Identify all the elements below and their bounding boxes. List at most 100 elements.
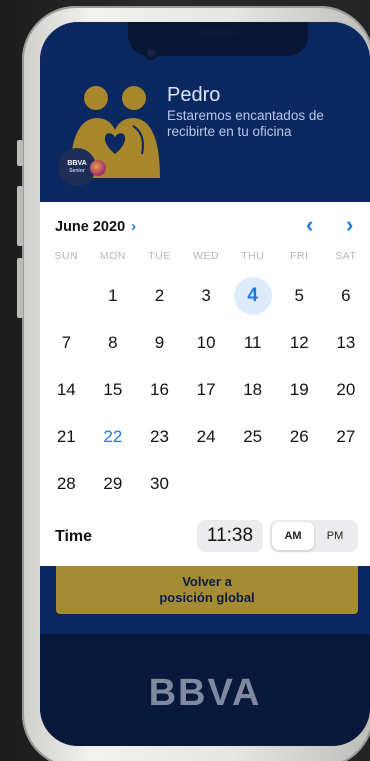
user-name: Pedro bbox=[167, 84, 221, 106]
time-input[interactable]: 11:38 bbox=[197, 520, 263, 552]
day-grid: 1 2 3 4 5 6 7 8 9 10 11 12 13 14 15 16 17 18 19 20 21 22 23 24 2… bbox=[43, 272, 370, 507]
calendar-day-label: 17 bbox=[196, 379, 216, 399]
calendar-day-label: 4 bbox=[233, 276, 272, 315]
calendar-day[interactable]: 17 bbox=[183, 366, 230, 413]
weekday-label: FRI bbox=[290, 250, 309, 262]
badge-text: BBVA bbox=[67, 160, 87, 167]
front-camera bbox=[144, 46, 158, 60]
calendar-day[interactable]: 13 bbox=[323, 319, 370, 366]
weekday-label: THU bbox=[241, 250, 265, 262]
calendar-day[interactable]: 9 bbox=[136, 319, 183, 366]
calendar-day-label: 24 bbox=[196, 426, 216, 446]
calendar-day[interactable]: 27 bbox=[323, 413, 370, 460]
speaker-grille bbox=[198, 31, 238, 35]
brand-dot-icon bbox=[90, 160, 106, 176]
calendar-day[interactable]: 23 bbox=[136, 413, 183, 460]
am-option[interactable]: AM bbox=[272, 522, 314, 550]
badge-subtext: Senior bbox=[69, 168, 85, 174]
calendar-day[interactable]: 12 bbox=[276, 319, 323, 366]
calendar-empty-cell bbox=[276, 460, 323, 507]
calendar-day-label: 19 bbox=[289, 379, 309, 399]
calendar-day[interactable]: 30 bbox=[136, 460, 183, 507]
calendar-day-label: 8 bbox=[108, 332, 118, 352]
calendar-day[interactable]: 15 bbox=[90, 366, 137, 413]
calendar-empty-cell bbox=[183, 460, 230, 507]
weekday-header: SUN MON TUE WED THU FRI SAT bbox=[43, 250, 370, 262]
back-button-line2: posición global bbox=[159, 590, 255, 605]
calendar-day-label: 20 bbox=[336, 379, 356, 399]
calendar-week-row: 7 8 9 10 11 12 13 bbox=[43, 319, 370, 366]
calendar-day-label: 3 bbox=[201, 285, 211, 305]
calendar-day[interactable]: 26 bbox=[276, 413, 323, 460]
calendar-day[interactable]: 22 bbox=[90, 413, 137, 460]
calendar-week-row: 21 22 23 24 25 26 27 bbox=[43, 413, 370, 460]
am-pm-toggle: AM PM bbox=[270, 520, 358, 552]
calendar-day-label: 5 bbox=[294, 285, 304, 305]
calendar-day[interactable]: 19 bbox=[276, 366, 323, 413]
calendar-week-row: 14 15 16 17 18 19 20 bbox=[43, 366, 370, 413]
calendar-day[interactable]: 2 bbox=[136, 272, 183, 319]
calendar-day[interactable]: 5 bbox=[276, 272, 323, 319]
bbva-logo: BBVA bbox=[148, 672, 262, 714]
calendar-day[interactable]: 14 bbox=[43, 366, 90, 413]
calendar-day-label: 18 bbox=[243, 379, 263, 399]
calendar-day[interactable]: 28 bbox=[43, 460, 90, 507]
phone-volume-down-button bbox=[17, 258, 23, 318]
phone-volume-up-button bbox=[17, 186, 23, 246]
calendar-day[interactable]: 10 bbox=[183, 319, 230, 366]
calendar-day[interactable]: 29 bbox=[90, 460, 137, 507]
calendar-empty-cell bbox=[43, 272, 90, 319]
calendar-day-label: 28 bbox=[56, 473, 76, 493]
calendar-day[interactable]: 3 bbox=[183, 272, 230, 319]
calendar-day-label: 14 bbox=[56, 379, 76, 399]
calendar-day[interactable]: 8 bbox=[90, 319, 137, 366]
calendar-day[interactable]: 7 bbox=[43, 319, 90, 366]
calendar-day-label: 15 bbox=[103, 379, 123, 399]
phone-side-button bbox=[17, 140, 23, 166]
calendar-day[interactable]: 1 bbox=[90, 272, 137, 319]
pm-option[interactable]: PM bbox=[314, 522, 356, 550]
back-to-global-position-button[interactable]: Volver a posición global bbox=[56, 566, 358, 614]
calendar-day[interactable]: 4 bbox=[229, 272, 276, 319]
back-button-line1: Volver a bbox=[182, 574, 232, 589]
date-picker: June 2020 › ‹ › SUN MON TUE WED THU FRI … bbox=[40, 202, 370, 566]
calendar-day-label: 13 bbox=[336, 332, 356, 352]
weekday-label: TUE bbox=[148, 250, 171, 262]
calendar-empty-cell bbox=[229, 460, 276, 507]
calendar-day[interactable]: 21 bbox=[43, 413, 90, 460]
calendar-day[interactable]: 16 bbox=[136, 366, 183, 413]
next-month-button[interactable]: › bbox=[346, 212, 353, 238]
calendar-day-label: 27 bbox=[336, 426, 356, 446]
previous-month-button[interactable]: ‹ bbox=[306, 212, 313, 238]
footer: BBVA bbox=[40, 634, 370, 746]
weekday-label: MON bbox=[99, 250, 126, 262]
calendar-day-label: 16 bbox=[150, 379, 169, 399]
calendar-week-row: 1 2 3 4 5 6 bbox=[43, 272, 370, 319]
month-selector[interactable]: June 2020 › bbox=[55, 218, 136, 235]
calendar-day-label: 11 bbox=[243, 332, 262, 352]
calendar-day-label: 6 bbox=[341, 285, 351, 305]
calendar-day-label: 2 bbox=[154, 285, 165, 305]
calendar-empty-cell bbox=[323, 460, 370, 507]
month-label: June 2020 bbox=[55, 219, 126, 235]
calendar-day[interactable]: 18 bbox=[229, 366, 276, 413]
calendar-day-label: 30 bbox=[150, 473, 169, 493]
calendar-day[interactable]: 25 bbox=[229, 413, 276, 460]
weekday-label: SAT bbox=[335, 250, 357, 262]
calendar-day[interactable]: 20 bbox=[323, 366, 370, 413]
calendar-week-row: 28 29 30 bbox=[43, 460, 370, 507]
calendar-day-label: 7 bbox=[61, 332, 72, 352]
calendar-day[interactable]: 24 bbox=[183, 413, 230, 460]
calendar-day-label: 21 bbox=[56, 426, 76, 446]
calendar-day[interactable]: 6 bbox=[323, 272, 370, 319]
calendar-day[interactable]: 11 bbox=[229, 319, 276, 366]
calendar-day-label: 10 bbox=[196, 332, 216, 352]
calendar-day-label: 26 bbox=[289, 426, 309, 446]
phone-screen: BBVA Senior Pedro Estaremos encantados d… bbox=[40, 22, 370, 746]
calendar-day-label: 23 bbox=[150, 426, 169, 446]
weekday-label: WED bbox=[193, 250, 220, 262]
calendar-day-label: 22 bbox=[103, 426, 123, 446]
chevron-right-icon: › bbox=[131, 218, 137, 235]
calendar-day-label: 12 bbox=[289, 332, 309, 352]
calendar-day-label: 9 bbox=[154, 332, 165, 352]
